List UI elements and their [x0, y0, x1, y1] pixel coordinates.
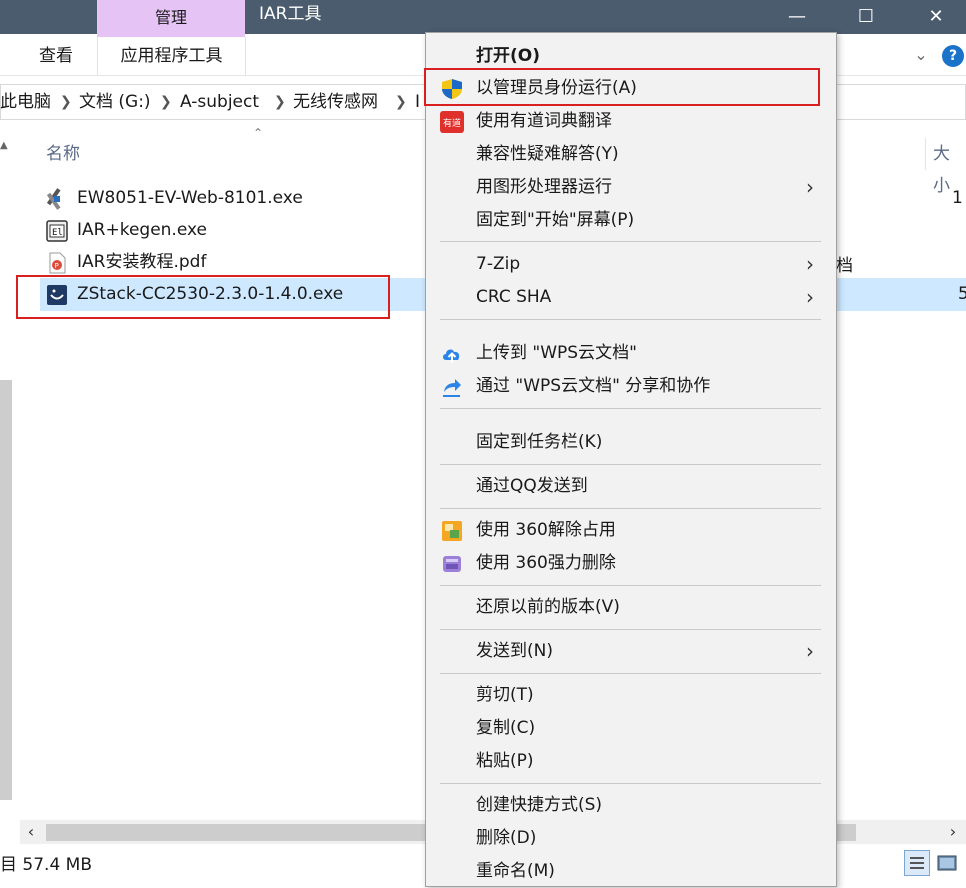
menu-item-wps-share[interactable]: 通过 "WPS云文档" 分享和协作: [426, 370, 836, 403]
breadcrumb-item[interactable]: A-subject: [180, 84, 259, 120]
breadcrumb-item[interactable]: I: [415, 84, 420, 120]
file-name: IAR安装教程.pdf: [77, 252, 207, 272]
menu-item-7zip[interactable]: 7-Zip ›: [426, 248, 836, 281]
breadcrumb-item[interactable]: 此电脑: [0, 84, 51, 120]
ribbon-divider: [245, 37, 246, 75]
menu-item-restore-versions[interactable]: 还原以前的版本(V): [426, 591, 836, 624]
exe-icon: El: [46, 220, 68, 242]
breadcrumb-item[interactable]: 无线传感网: [293, 84, 378, 120]
menu-item-create-shortcut[interactable]: 创建快捷方式(S): [426, 789, 836, 822]
menu-item-wps-upload[interactable]: 上传到 "WPS云文档": [426, 337, 836, 370]
menu-item-pin-taskbar[interactable]: 固定到任务栏(K): [426, 426, 836, 459]
360-unlock-icon: [442, 521, 462, 541]
share-icon: [443, 379, 461, 397]
file-row[interactable]: EW8051-EV-Web-8101.exe: [40, 182, 387, 214]
column-header-size[interactable]: 大小: [925, 138, 966, 196]
menu-item-crc-sha[interactable]: CRC SHA ›: [426, 281, 836, 314]
menu-item-youdao[interactable]: 有道 使用有道词典翻译: [426, 105, 836, 138]
file-name: EW8051-EV-Web-8101.exe: [77, 188, 303, 208]
nav-scrollbar[interactable]: [0, 380, 12, 800]
menu-item-360-delete[interactable]: 使用 360强力删除: [426, 547, 836, 580]
tab-view[interactable]: 查看: [14, 37, 98, 75]
breadcrumb-item[interactable]: 文档 (G:): [79, 84, 151, 120]
menu-separator: [440, 464, 821, 465]
column-header-name[interactable]: 名称: [46, 138, 80, 170]
sort-ascending-icon: ⌃: [252, 126, 264, 140]
menu-separator: [440, 783, 821, 784]
menu-separator: [440, 319, 821, 320]
annotation-box-run-as-admin: [424, 68, 820, 106]
chevron-right-icon[interactable]: ❯: [160, 84, 172, 120]
scroll-up-icon[interactable]: ▲: [0, 140, 12, 152]
menu-item-send-qq[interactable]: 通过QQ发送到: [426, 470, 836, 503]
menu-item-delete[interactable]: 删除(D): [426, 822, 836, 855]
menu-item-rename[interactable]: 重命名(M): [426, 855, 836, 888]
status-text: 目 57.4 MB: [0, 855, 92, 875]
window-title: IAR工具: [259, 4, 322, 24]
svg-text:P: P: [55, 262, 59, 270]
cloud-upload-icon: [443, 349, 460, 363]
installer-icon: [46, 188, 61, 210]
chevron-right-icon[interactable]: ❯: [274, 84, 286, 120]
chevron-right-icon: ›: [806, 252, 814, 276]
tab-manage[interactable]: 管理: [97, 0, 245, 37]
pdf-icon: P: [49, 252, 66, 274]
large-icons-view-icon[interactable]: [934, 850, 960, 876]
file-row[interactable]: P IAR安装教程.pdf: [40, 246, 387, 278]
close-button[interactable]: ✕: [913, 0, 959, 32]
chevron-right-icon: ›: [806, 175, 814, 199]
chevron-down-icon[interactable]: ⌄: [910, 44, 932, 66]
youdao-icon: 有道: [440, 111, 464, 133]
menu-separator: [440, 629, 821, 630]
file-size-fragment: 5: [958, 284, 966, 304]
scroll-left-icon[interactable]: ‹: [22, 822, 40, 842]
menu-separator: [440, 508, 821, 509]
tab-application-tools[interactable]: 应用程序工具: [98, 37, 245, 75]
svg-text:有道: 有道: [443, 117, 461, 129]
chevron-right-icon: ›: [806, 285, 814, 309]
menu-separator: [440, 673, 821, 674]
minimize-button[interactable]: —: [774, 0, 820, 32]
details-view-icon[interactable]: [904, 850, 930, 876]
chevron-right-icon[interactable]: ❯: [60, 84, 72, 120]
file-type-fragment: 档: [836, 256, 853, 276]
menu-item-pin-start[interactable]: 固定到"开始"屏幕(P): [426, 204, 836, 237]
chevron-right-icon: ›: [806, 639, 814, 663]
file-row[interactable]: El IAR+kegen.exe: [40, 214, 387, 246]
scroll-right-icon[interactable]: ›: [944, 822, 962, 842]
menu-item-run-with-gpu[interactable]: 用图形处理器运行 ›: [426, 171, 836, 204]
menu-item-360-unlock[interactable]: 使用 360解除占用: [426, 514, 836, 547]
help-icon[interactable]: ?: [942, 45, 964, 67]
maximize-button[interactable]: ☐: [843, 0, 889, 32]
menu-item-compatibility[interactable]: 兼容性疑难解答(Y): [426, 138, 836, 171]
menu-item-send-to[interactable]: 发送到(N) ›: [426, 635, 836, 668]
menu-separator: [440, 408, 821, 409]
svg-text:El: El: [52, 228, 63, 238]
menu-item-paste[interactable]: 粘贴(P): [426, 745, 836, 778]
menu-item-cut[interactable]: 剪切(T): [426, 679, 836, 712]
file-name: IAR+kegen.exe: [77, 220, 207, 240]
360-delete-icon: [443, 556, 461, 572]
annotation-box-file: [16, 275, 390, 319]
file-size-fragment: 1: [952, 188, 963, 208]
menu-separator: [440, 585, 821, 586]
menu-separator: [440, 241, 821, 242]
chevron-right-icon[interactable]: ❯: [395, 84, 407, 120]
menu-item-copy[interactable]: 复制(C): [426, 712, 836, 745]
